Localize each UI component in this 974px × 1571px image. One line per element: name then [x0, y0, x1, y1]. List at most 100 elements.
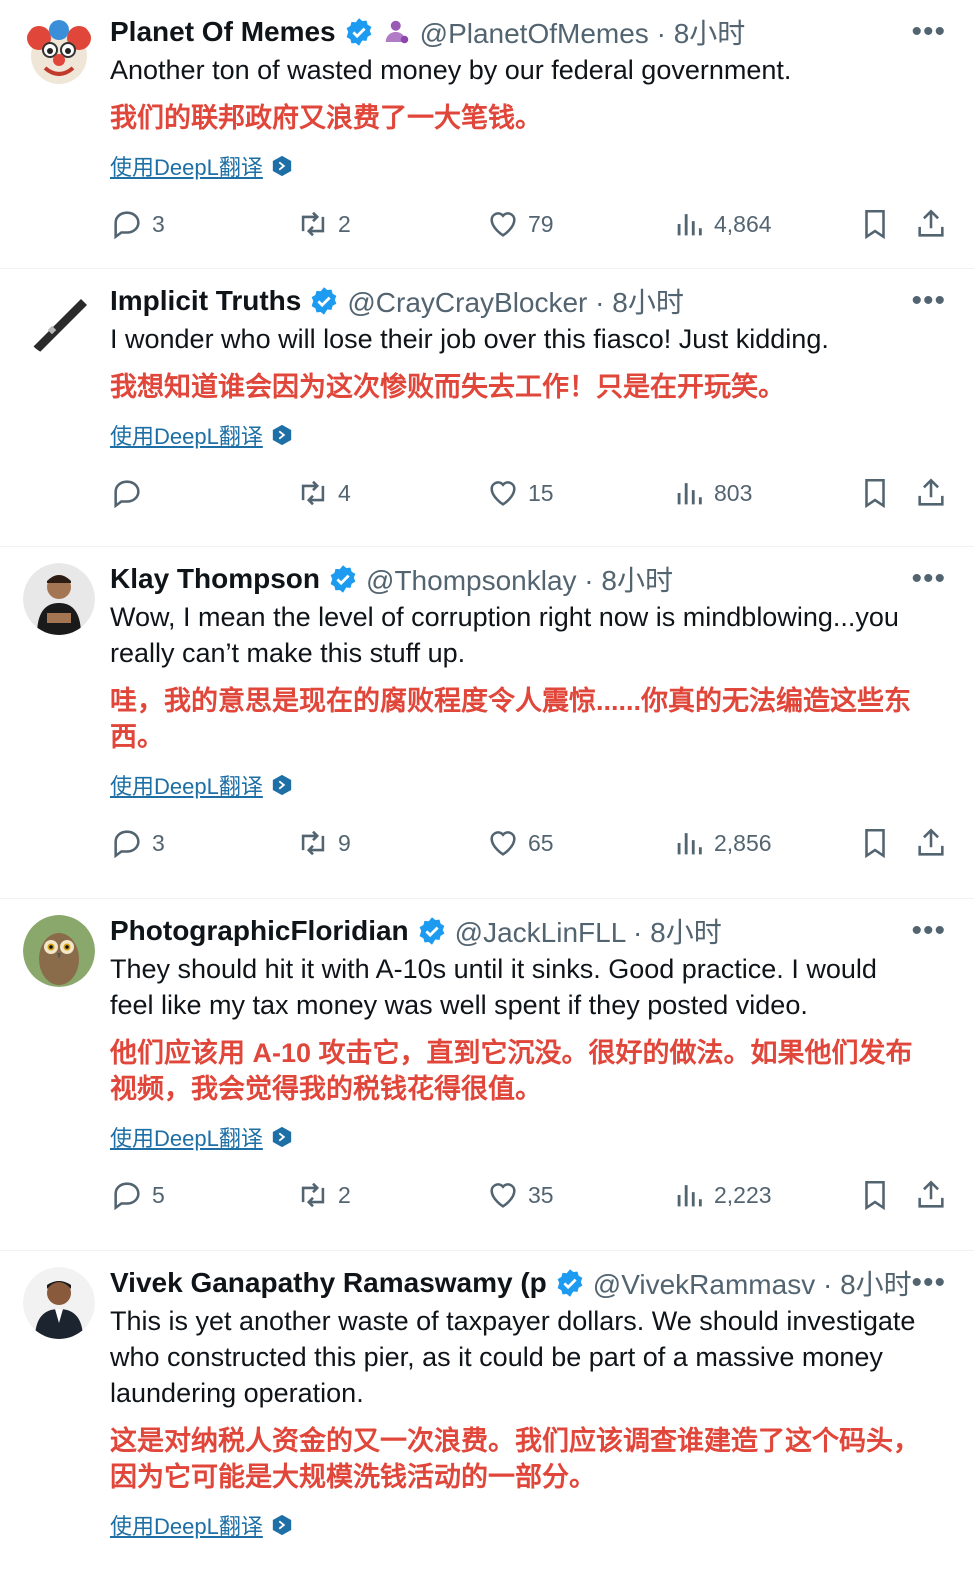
- views-button[interactable]: 4,864: [672, 204, 772, 244]
- views-bar-icon: [677, 214, 702, 236]
- handle-and-time[interactable]: @JackLinFLL · 8小时: [455, 911, 722, 951]
- reply-count: 5: [152, 1181, 165, 1208]
- heart-icon: [490, 481, 516, 506]
- share-button[interactable]: [914, 1175, 948, 1215]
- views-count: 803: [714, 479, 753, 506]
- reply-icon: [114, 830, 140, 859]
- bookmark-button[interactable]: [858, 204, 892, 244]
- tweet-header: Implicit Truths @CrayCrayBlocker · 8小时: [110, 281, 944, 321]
- deepl-icon: [272, 424, 292, 446]
- share-button[interactable]: [914, 204, 948, 244]
- reply-icon: [114, 480, 140, 509]
- translate-label[interactable]: 使用DeepL翻译: [110, 1121, 263, 1153]
- like-button[interactable]: 35: [486, 1175, 554, 1215]
- bookmark-icon: [865, 828, 885, 859]
- retweet-icon: [301, 830, 325, 856]
- retweet-button[interactable]: 4: [296, 473, 351, 513]
- tweet[interactable]: Vivek Ganapathy Ramaswamy (p @VivekRamma…: [0, 1251, 974, 1571]
- bookmark-button[interactable]: [858, 823, 892, 863]
- bookmark-icon: [865, 209, 885, 240]
- retweet-icon: [301, 1182, 325, 1208]
- avatar[interactable]: [23, 1267, 95, 1339]
- reply-button[interactable]: [110, 473, 152, 513]
- tweet-header: Planet Of Memes @PlanetOfMemes · 8小时: [110, 12, 944, 52]
- retweet-count: 4: [338, 479, 351, 506]
- share-icon: [918, 828, 944, 856]
- like-count: 79: [528, 210, 554, 237]
- retweet-count: 2: [338, 210, 351, 237]
- reply-button[interactable]: 3: [110, 823, 165, 863]
- display-name[interactable]: Vivek Ganapathy Ramaswamy (p: [110, 1267, 547, 1299]
- handle-and-time[interactable]: @VivekRammasv · 8小时: [593, 1263, 912, 1303]
- translate-label[interactable]: 使用DeepL翻译: [110, 769, 263, 801]
- views-button[interactable]: 2,223: [672, 1175, 772, 1215]
- heart-icon: [490, 212, 516, 237]
- tweet-actions: 4 15 803: [110, 473, 944, 533]
- handle-and-time[interactable]: @Thompsonklay · 8小时: [366, 559, 673, 599]
- more-dots-icon[interactable]: •••: [911, 286, 946, 316]
- translate-link[interactable]: 使用DeepL翻译: [110, 769, 944, 801]
- avatar[interactable]: [23, 16, 95, 88]
- more-dots-icon[interactable]: •••: [911, 1268, 946, 1298]
- translate-link[interactable]: 使用DeepL翻译: [110, 419, 944, 451]
- views-button[interactable]: 2,856: [672, 823, 772, 863]
- tweet-text: Wow, I mean the level of corruption righ…: [110, 602, 899, 668]
- tweet-translation: 我想知道谁会因为这次惨败而失去工作！只是在开玩笑。: [110, 372, 785, 402]
- avatar[interactable]: [23, 915, 95, 987]
- share-button[interactable]: [914, 473, 948, 513]
- pen-avatar-icon: [23, 285, 95, 357]
- like-button[interactable]: 15: [486, 473, 554, 513]
- share-icon: [918, 478, 944, 506]
- translate-label[interactable]: 使用DeepL翻译: [110, 419, 263, 451]
- views-bar-icon: [677, 1185, 702, 1207]
- retweet-count: 9: [338, 829, 351, 856]
- tweet-text: Another ton of wasted money by our feder…: [110, 55, 792, 85]
- reply-button[interactable]: 5: [110, 1175, 165, 1215]
- retweet-button[interactable]: 2: [296, 204, 351, 244]
- display-name[interactable]: Implicit Truths: [110, 285, 301, 317]
- display-name[interactable]: Klay Thompson: [110, 563, 320, 595]
- handle-and-time[interactable]: @PlanetOfMemes · 8小时: [420, 12, 746, 52]
- tweet-feed: Planet Of Memes @PlanetOfMemes · 8小时 •••…: [0, 0, 974, 1571]
- more-dots-icon[interactable]: •••: [911, 17, 946, 47]
- like-button[interactable]: 65: [486, 823, 554, 863]
- views-count: 2,223: [714, 1181, 772, 1208]
- heart-icon: [490, 1183, 516, 1208]
- translate-label[interactable]: 使用DeepL翻译: [110, 1509, 263, 1541]
- bookmark-button[interactable]: [858, 1175, 892, 1215]
- share-button[interactable]: [914, 823, 948, 863]
- tweet-text: This is yet another waste of taxpayer do…: [110, 1306, 916, 1408]
- man-photo-avatar-icon: [23, 563, 95, 635]
- translate-link[interactable]: 使用DeepL翻译: [110, 1509, 944, 1541]
- verified-badge-icon: [419, 917, 445, 945]
- translate-label[interactable]: 使用DeepL翻译: [110, 150, 263, 182]
- retweet-button[interactable]: 9: [296, 823, 351, 863]
- like-count: 15: [528, 479, 554, 506]
- deepl-icon: [272, 155, 292, 177]
- retweet-button[interactable]: 2: [296, 1175, 351, 1215]
- deepl-icon: [272, 1514, 292, 1536]
- bookmark-button[interactable]: [858, 473, 892, 513]
- tweet-actions: 3 2 79 4,864: [110, 204, 944, 264]
- tweet[interactable]: Planet Of Memes @PlanetOfMemes · 8小时 •••…: [0, 0, 974, 269]
- display-name[interactable]: Planet Of Memes: [110, 16, 336, 48]
- retweet-count: 2: [338, 1181, 351, 1208]
- reply-button[interactable]: 3: [110, 204, 165, 244]
- tweet[interactable]: PhotographicFloridian @JackLinFLL · 8小时 …: [0, 899, 974, 1251]
- avatar[interactable]: [23, 563, 95, 635]
- translate-link[interactable]: 使用DeepL翻译: [110, 150, 944, 182]
- reply-icon: [114, 211, 140, 240]
- tweet[interactable]: Implicit Truths @CrayCrayBlocker · 8小时 •…: [0, 269, 974, 547]
- bookmark-icon: [865, 478, 885, 509]
- views-button[interactable]: 803: [672, 473, 752, 513]
- handle-and-time[interactable]: @CrayCrayBlocker · 8小时: [347, 281, 683, 321]
- tweet-translation: 哇，我的意思是现在的腐败程度令人震惊......你真的无法编造这些东西。: [110, 686, 912, 752]
- display-name[interactable]: PhotographicFloridian: [110, 915, 409, 947]
- tweet[interactable]: Klay Thompson @Thompsonklay · 8小时 ••• Wo…: [0, 547, 974, 899]
- translate-link[interactable]: 使用DeepL翻译: [110, 1121, 944, 1153]
- more-dots-icon[interactable]: •••: [911, 564, 946, 594]
- tweet-translation: 这是对纳税人资金的又一次浪费。我们应该调查谁建造了这个码头，因为它可能是大规模洗…: [110, 1426, 920, 1492]
- like-button[interactable]: 79: [486, 204, 554, 244]
- more-dots-icon[interactable]: •••: [911, 916, 946, 946]
- avatar[interactable]: [23, 285, 95, 357]
